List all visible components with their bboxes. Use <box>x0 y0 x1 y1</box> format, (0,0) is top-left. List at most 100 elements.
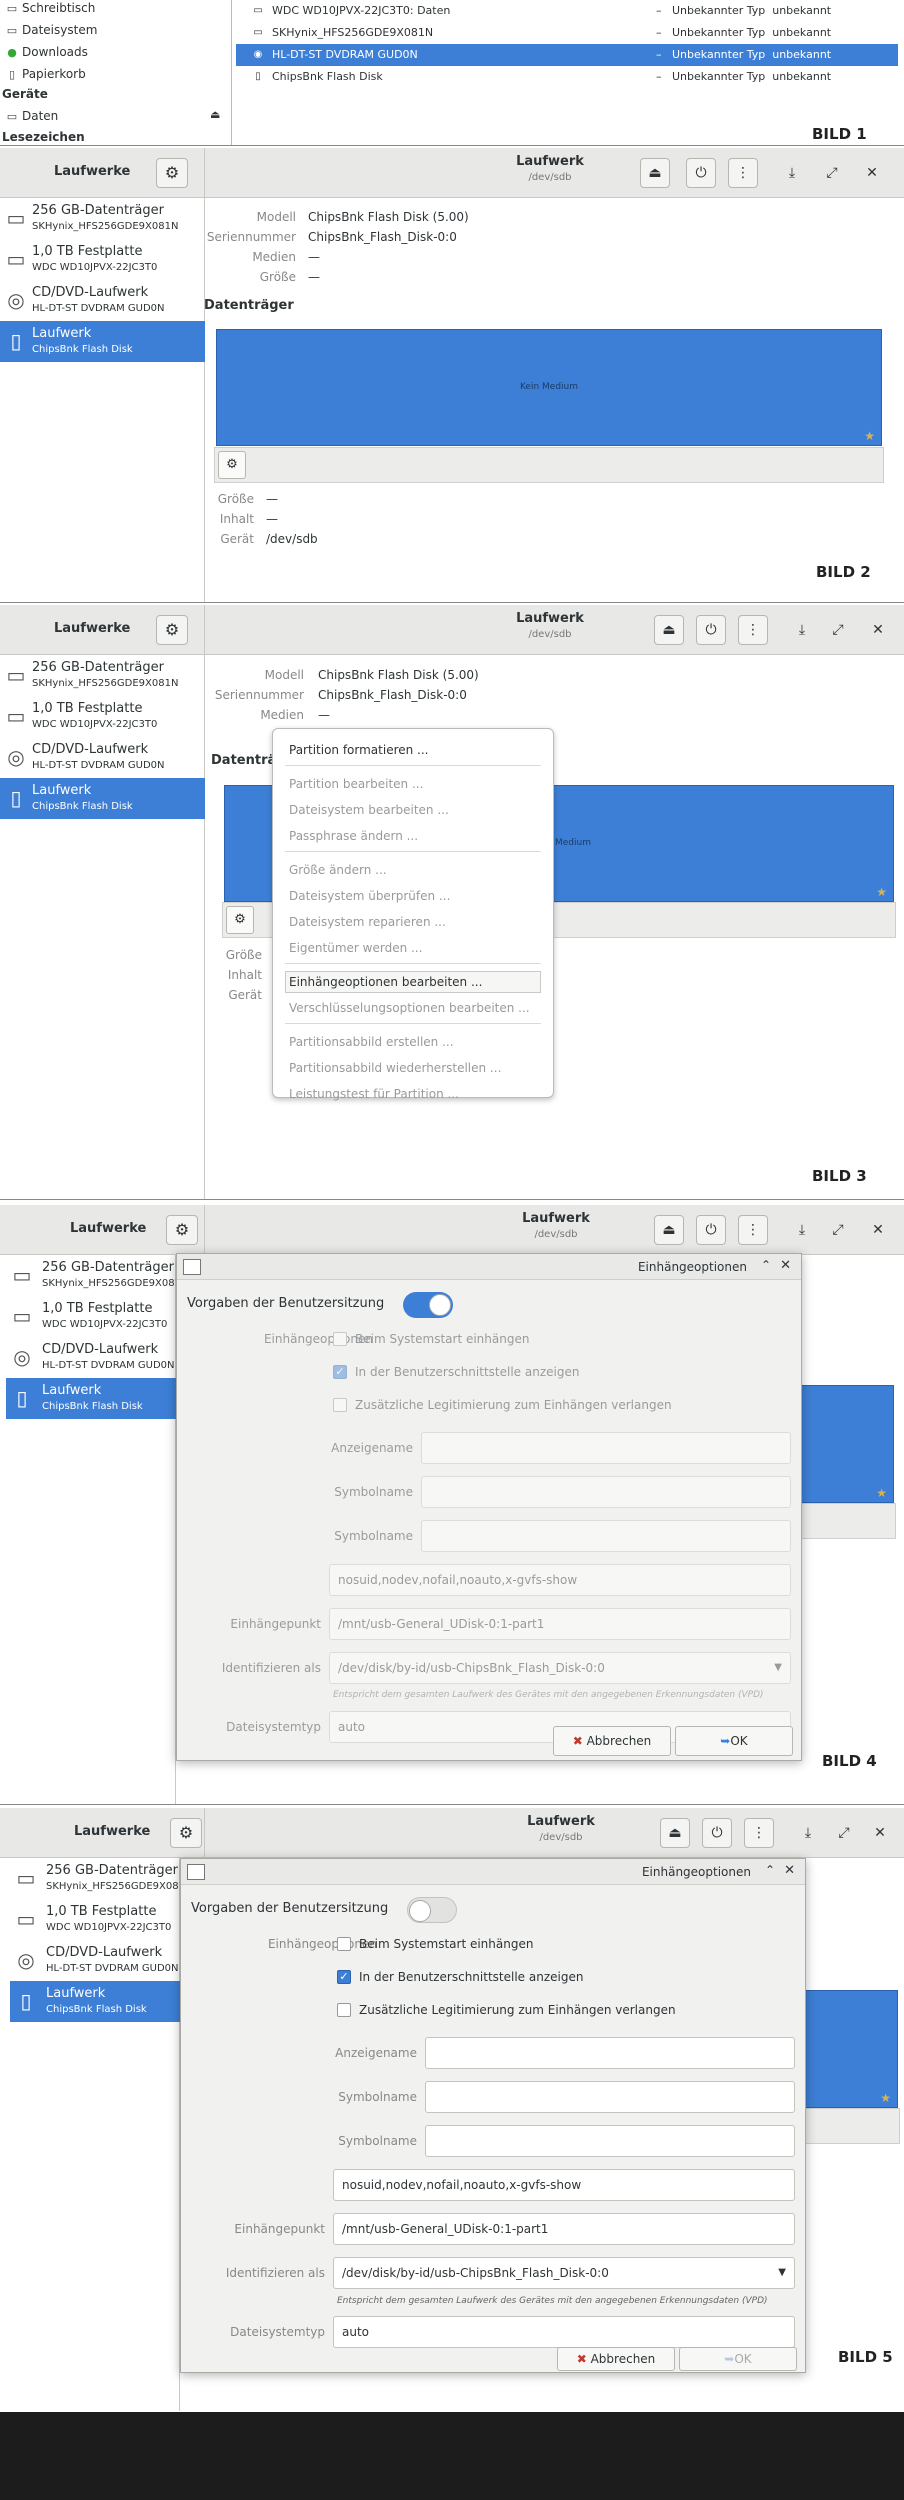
file-row[interactable]: ▭ SKHynix_HFS256GDE9X081N – Unbekannter Typ… <box>236 22 898 44</box>
menu-item-check-filesystem[interactable]: Dateisystem überprüfen ... <box>289 889 450 903</box>
gear-icon[interactable]: ⚙ <box>156 615 188 645</box>
show-ui-checkbox[interactable]: ✓ <box>337 1970 351 1984</box>
close-icon[interactable]: ✕ <box>780 1258 791 1273</box>
power-off-button[interactable]: ⏻ <box>696 1215 726 1245</box>
symbolic-icon-field[interactable] <box>421 1520 791 1552</box>
eject-button[interactable]: ⏏ <box>654 1215 684 1245</box>
file-row[interactable]: ▭ WDC WD10JPVX-22JC3T0: Daten – Unbekannter… <box>236 0 898 22</box>
menu-item-create-image[interactable]: Partitionsabbild erstellen ... <box>289 1035 454 1049</box>
maximize-icon[interactable]: ⤢ <box>826 615 850 645</box>
icon-name-field[interactable] <box>425 2081 795 2113</box>
auth-checkbox[interactable] <box>333 1398 347 1412</box>
cancel-button[interactable]: ✖ Abbrechen <box>557 2347 675 2371</box>
gears-icon[interactable]: ⚙ <box>226 906 254 934</box>
power-off-button[interactable]: ⏻ <box>702 1818 732 1848</box>
session-defaults-toggle[interactable] <box>403 1292 453 1318</box>
menu-item-edit-mount-options[interactable]: Einhängeoptionen bearbeiten ... <box>289 975 482 989</box>
drive-item[interactable]: ◎ CD/DVD-Laufwerk HL-DT-ST DVDRAM GUD0N <box>0 280 205 321</box>
startup-checkbox[interactable] <box>333 1332 347 1346</box>
volume-bar[interactable]: Kein Medium ★ <box>216 329 882 446</box>
menu-item-benchmark[interactable]: Leistungstest für Partition ... <box>289 1087 459 1101</box>
display-name-field[interactable] <box>421 1432 791 1464</box>
eject-icon[interactable]: ⏏ <box>210 108 220 121</box>
eject-button[interactable]: ⏏ <box>640 158 670 188</box>
display-name-field[interactable] <box>425 2037 795 2069</box>
drive-item[interactable]: ▭ 256 GB-Datenträger SKHynix_HFS256GDE9X08… <box>0 198 205 239</box>
menu-item-edit-partition[interactable]: Partition bearbeiten ... <box>289 777 423 791</box>
file-row-selected[interactable]: ◉ HL-DT-ST DVDRAM GUD0N – Unbekannter Typ u… <box>236 44 898 66</box>
mount-options-field[interactable]: nosuid,nodev,nofail,noauto,x-gvfs-show <box>333 2169 795 2201</box>
menu-item-restore-image[interactable]: Partitionsabbild wiederherstellen ... <box>289 1061 501 1075</box>
session-defaults-toggle[interactable] <box>407 1897 457 1923</box>
drive-menu-button[interactable]: ⋮ <box>738 615 768 645</box>
maximize-icon[interactable]: ⤢ <box>820 158 844 188</box>
drive-menu-button[interactable]: ⋮ <box>744 1818 774 1848</box>
close-icon[interactable]: ✕ <box>866 1215 890 1245</box>
menu-item-change-passphrase[interactable]: Passphrase ändern ... <box>289 829 418 843</box>
drive-item[interactable]: ▭ 1,0 TB Festplatte WDC WD10JPVX-22JC3T0 <box>0 239 205 280</box>
fstype-field[interactable]: auto <box>333 2316 795 2348</box>
gear-icon[interactable]: ⚙ <box>170 1818 202 1848</box>
gear-icon[interactable]: ⚙ <box>166 1215 198 1245</box>
drive-menu-button[interactable]: ⋮ <box>728 158 758 188</box>
auth-checkbox[interactable] <box>337 2003 351 2017</box>
drive-item[interactable]: ▭ 1,0 TB Festplatte WDC WD10JPVX-22JC3T0 <box>10 1899 180 1940</box>
chevron-up-icon[interactable]: ⌃ <box>761 1258 771 1272</box>
drive-item-selected[interactable]: ▯ Laufwerk ChipsBnk Flash Disk <box>6 1378 176 1419</box>
usb-drive-icon: ▯ <box>10 329 22 353</box>
drive-item[interactable]: ◎ CD/DVD-Laufwerk HL-DT-ST DVDRAM GUD0N <box>6 1337 176 1378</box>
minimize-icon[interactable]: ⤓ <box>790 615 814 645</box>
close-icon[interactable]: ✕ <box>868 1818 892 1848</box>
identify-dropdown[interactable]: /dev/disk/by-id/usb-ChipsBnk_Flash_Disk-… <box>333 2257 795 2289</box>
power-off-button[interactable]: ⏻ <box>686 158 716 188</box>
mount-point-field[interactable]: /mnt/usb-General_UDisk-0:1-part1 <box>329 1608 791 1640</box>
icon-name-field[interactable] <box>421 1476 791 1508</box>
close-icon[interactable]: ✕ <box>866 615 890 645</box>
maximize-icon[interactable]: ⤢ <box>826 1215 850 1245</box>
startup-checkbox[interactable] <box>337 1937 351 1951</box>
drive-item-selected[interactable]: ▯ Laufwerk ChipsBnk Flash Disk <box>10 1981 180 2022</box>
symbolic-icon-field[interactable] <box>425 2125 795 2157</box>
eject-button[interactable]: ⏏ <box>654 615 684 645</box>
mount-point-field[interactable]: /mnt/usb-General_UDisk-0:1-part1 <box>333 2213 795 2245</box>
drive-item-selected[interactable]: ▯ Laufwerk ChipsBnk Flash Disk <box>0 321 205 362</box>
menu-item-repair-filesystem[interactable]: Dateisystem reparieren ... <box>289 915 446 929</box>
drive-item[interactable]: ▭ 256 GB-Datenträger SKHynix_HFS256GDE9X08… <box>6 1255 189 1296</box>
power-off-button[interactable]: ⏻ <box>696 615 726 645</box>
cancel-button[interactable]: ✖ Abbrechen <box>553 1726 671 1756</box>
drive-item[interactable]: ▭ 256 GB-Datenträger SKHynix_HFS256GDE9X08… <box>10 1858 193 1899</box>
place-downloads[interactable]: ● Downloads <box>0 42 230 64</box>
drive-item[interactable]: ▭ 1,0 TB Festplatte WDC WD10JPVX-22JC3T0 <box>0 696 205 737</box>
show-ui-checkbox[interactable]: ✓ <box>333 1365 347 1379</box>
close-icon[interactable]: ✕ <box>784 1863 795 1878</box>
menu-item-take-ownership[interactable]: Eigentümer werden ... <box>289 941 422 955</box>
mount-options-field[interactable]: nosuid,nodev,nofail,noauto,x-gvfs-show <box>329 1564 791 1596</box>
menu-item-resize[interactable]: Größe ändern ... <box>289 863 387 877</box>
place-trash[interactable]: ▯ Papierkorb <box>0 64 230 86</box>
minimize-icon[interactable]: ⤓ <box>790 1215 814 1245</box>
minimize-icon[interactable]: ⤓ <box>796 1818 820 1848</box>
gear-icon[interactable]: ⚙ <box>156 158 188 188</box>
drive-item[interactable]: ◎ CD/DVD-Laufwerk HL-DT-ST DVDRAM GUD0N <box>10 1940 180 1981</box>
identify-dropdown[interactable]: /dev/disk/by-id/usb-ChipsBnk_Flash_Disk-… <box>329 1652 791 1684</box>
drive-item[interactable]: ▭ 256 GB-Datenträger SKHynix_HFS256GDE9X08… <box>0 655 205 696</box>
menu-item-edit-filesystem[interactable]: Dateisystem bearbeiten ... <box>289 803 449 817</box>
gears-icon[interactable]: ⚙ <box>218 451 246 479</box>
close-icon[interactable]: ✕ <box>860 158 884 188</box>
drive-item-selected[interactable]: ▯ Laufwerk ChipsBnk Flash Disk <box>0 778 205 819</box>
device-data[interactable]: ▭ Daten ⏏ <box>0 106 230 128</box>
drive-item[interactable]: ▭ 1,0 TB Festplatte WDC WD10JPVX-22JC3T0 <box>6 1296 176 1337</box>
minimize-icon[interactable]: ⤓ <box>780 158 804 188</box>
ok-button[interactable]: ➥OK <box>675 1726 793 1756</box>
ok-button[interactable]: ➥OK <box>679 2347 797 2371</box>
chevron-up-icon[interactable]: ⌃ <box>765 1863 775 1877</box>
drive-item[interactable]: ◎ CD/DVD-Laufwerk HL-DT-ST DVDRAM GUD0N <box>0 737 205 778</box>
menu-item-edit-encryption-options[interactable]: Verschlüsselungsoptionen bearbeiten ... <box>289 1001 530 1015</box>
place-filesystem[interactable]: ▭ Dateisystem <box>0 20 230 42</box>
eject-button[interactable]: ⏏ <box>660 1818 690 1848</box>
menu-item-format-partition[interactable]: Partition formatieren ... <box>289 743 429 757</box>
place-desktop[interactable]: ▭ Schreibtisch <box>0 0 230 20</box>
maximize-icon[interactable]: ⤢ <box>832 1818 856 1848</box>
file-row[interactable]: ▯ ChipsBnk Flash Disk – Unbekannter Typ unb… <box>236 66 898 88</box>
drive-menu-button[interactable]: ⋮ <box>738 1215 768 1245</box>
